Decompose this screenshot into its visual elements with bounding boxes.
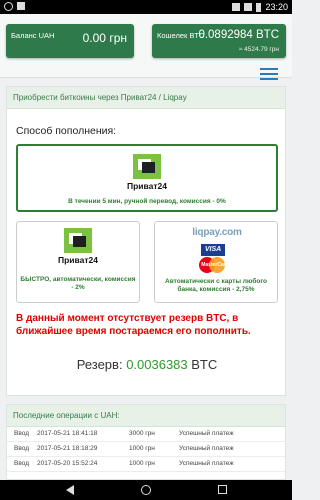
top-header: Баланс UAH 0.00 грн Кошелек BTC 0.089298… <box>0 14 292 81</box>
op-type: Ввод <box>7 427 37 442</box>
home-icon[interactable] <box>141 485 151 495</box>
back-icon[interactable] <box>66 485 74 495</box>
card-header: Приобрести биткоины через Приват24 / Liq… <box>7 87 285 109</box>
privat24-logo: Приват24 <box>55 228 101 268</box>
battery-icon <box>256 2 262 12</box>
privat24-manual-caption: В течении 5 мин, ручной перевод, комисси… <box>68 198 226 205</box>
op-status: Успешный платеж <box>179 441 285 457</box>
reserve-warning: В данный момент отсутствует резерв BTC, … <box>16 313 251 337</box>
buy-bitcoin-card: Приобрести биткоины через Приват24 / Liq… <box>6 86 286 396</box>
op-status: Успешный платеж <box>179 427 285 442</box>
op-type: Ввод <box>7 456 37 472</box>
uah-balance-value: 0.00 грн <box>82 31 127 45</box>
privat24-auto-option[interactable]: Приват24 БЫСТРО, автоматически, комиссия… <box>16 221 140 303</box>
uah-balance-label: Баланс UAH <box>11 31 55 40</box>
liqpay-caption: Автоматически с карты любого банка, коми… <box>165 278 267 293</box>
privat24-auto-caption: БЫСТРО, автоматически, комиссия - 2% <box>20 276 136 291</box>
menu-icon[interactable] <box>260 68 278 81</box>
liqpay-card-option[interactable]: liqpay.com VISA MasterCard Автоматически… <box>154 221 278 303</box>
table-row: Ввод 2017-05-21 18:18:29 1000 грн Успешн… <box>7 441 285 457</box>
clock: 23:20 <box>265 2 288 12</box>
reserve-label: Резерв: <box>76 357 123 372</box>
btc-wallet-uah-equivalent: ≈ 4524.79 грн <box>238 46 279 53</box>
operations-table: Ввод 2017-05-21 18:41:18 3000 грн Успешн… <box>7 427 285 472</box>
privat24-logo-icon <box>133 154 161 179</box>
op-date: 2017-05-21 18:18:29 <box>37 441 129 457</box>
notification-icon <box>4 2 13 11</box>
op-status: Успешный платеж <box>179 456 285 472</box>
screenshot-icon <box>17 2 25 10</box>
operations-header: Последние операции с UAH: <box>7 405 285 427</box>
signal-icon <box>244 3 253 11</box>
table-row: Ввод 2017-05-21 18:41:18 3000 грн Успешн… <box>7 427 285 442</box>
op-date: 2017-05-20 15:52:24 <box>37 456 129 472</box>
op-amount: 1000 грн <box>129 456 179 472</box>
navigation-bar <box>0 480 292 500</box>
privat24-logo-icon <box>64 228 92 253</box>
uah-balance-box[interactable]: Баланс UAH 0.00 грн <box>6 24 134 58</box>
op-date: 2017-05-21 18:41:18 <box>37 427 129 442</box>
section-title: Способ пополнения: <box>16 125 117 137</box>
wifi-icon <box>232 3 241 11</box>
visa-logo: VISA <box>201 244 225 256</box>
btc-wallet-box[interactable]: Кошелек BTC 0.0892984 BTC ≈ 4524.79 грн <box>152 24 286 58</box>
reserve-line: Резерв: 0.0036383 BTC <box>7 357 287 372</box>
reserve-value: 0.0036383 <box>126 357 188 372</box>
table-row: Ввод 2017-05-20 15:52:24 1000 грн Успешн… <box>7 456 285 472</box>
recent-apps-icon[interactable] <box>218 485 227 494</box>
op-amount: 1000 грн <box>129 441 179 457</box>
operations-card: Последние операции с UAH: Ввод 2017-05-2… <box>6 404 286 480</box>
privat24-logo: Приват24 <box>124 154 170 194</box>
privat24-manual-option[interactable]: Приват24 В течении 5 мин, ручной перевод… <box>16 144 278 212</box>
btc-wallet-value: 0.0892984 BTC <box>198 29 279 41</box>
liqpay-logo: liqpay.com <box>192 227 242 238</box>
op-amount: 3000 грн <box>129 427 179 442</box>
btc-wallet-label: Кошелек BTC <box>157 31 205 40</box>
mastercard-logo: MasterCard <box>195 257 235 273</box>
reserve-unit: BTC <box>191 357 218 372</box>
status-bar: 23:20 <box>0 0 292 14</box>
op-type: Ввод <box>7 441 37 457</box>
